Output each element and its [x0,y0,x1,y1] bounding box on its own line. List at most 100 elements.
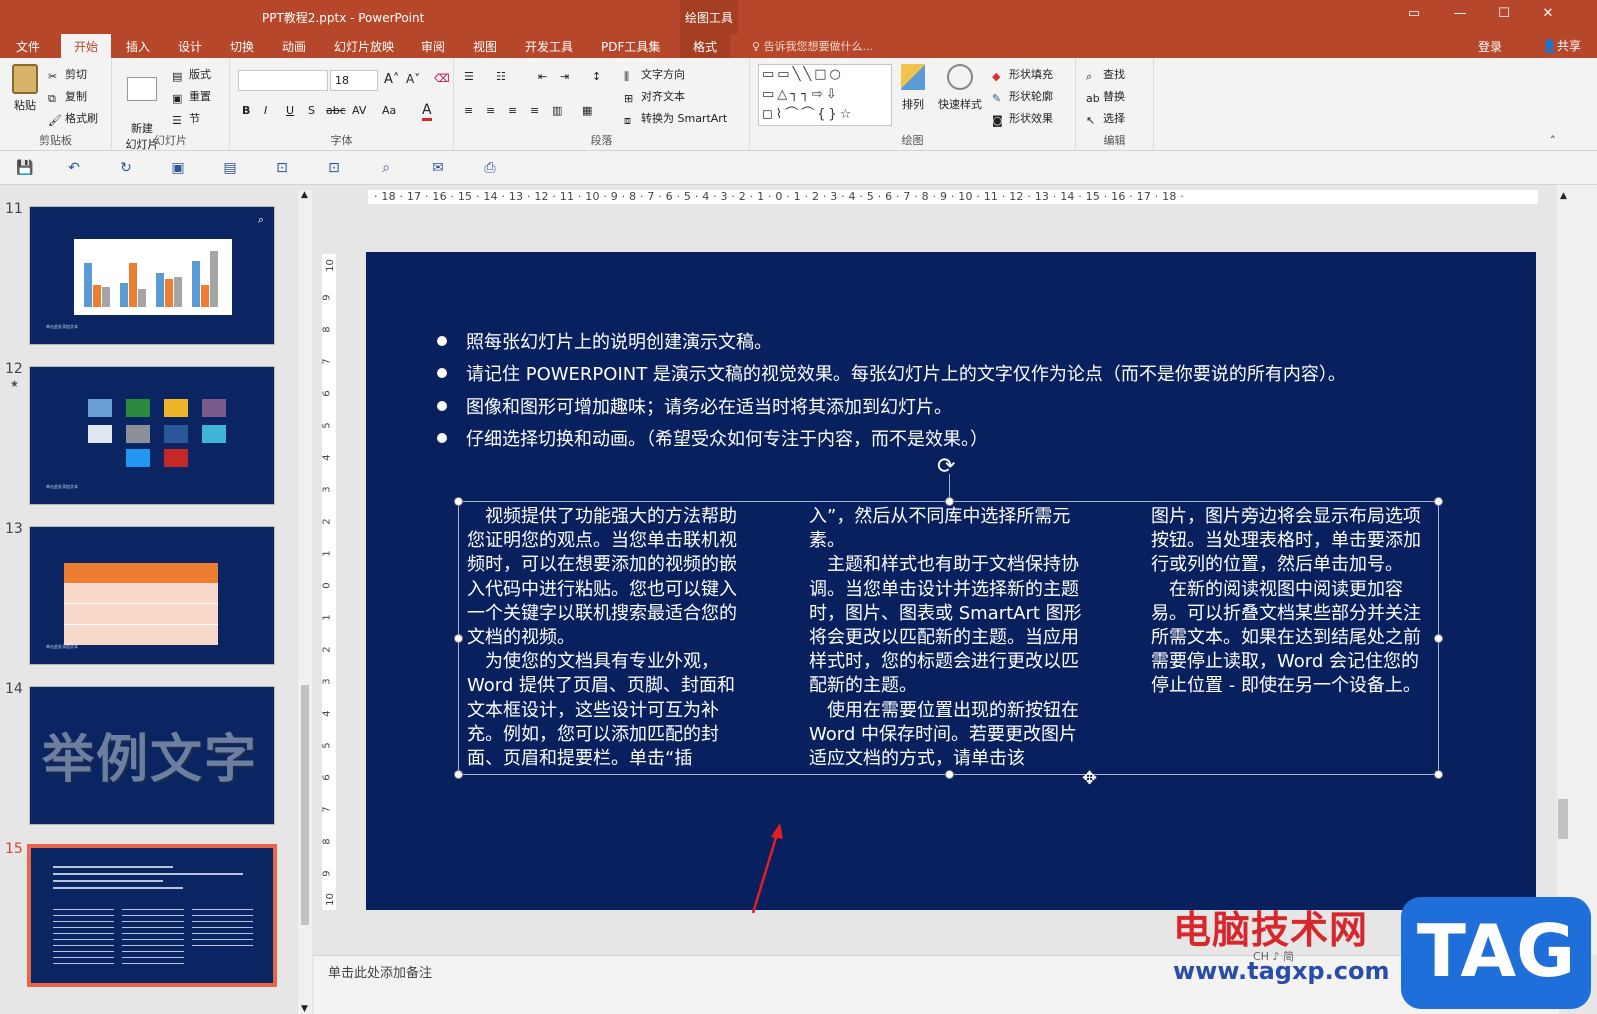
tell-me-search[interactable]: ♀ 告诉我您想要做什么... [752,38,873,54]
font-size-input[interactable]: 18 [330,70,378,91]
rotate-handle-icon[interactable]: ⟳ [937,454,955,479]
slide-thumbnail-14[interactable]: 举例文字 [29,686,275,825]
tab-file[interactable]: 文件 [16,38,40,55]
convert-smartart-button[interactable]: ⧈ 转换为 SmartArt [624,110,727,127]
slide-bullet[interactable]: 照每张幻灯片上的说明创建演示文稿。 [437,328,772,354]
section-button[interactable]: ☰ 节 [172,110,200,127]
tab-insert[interactable]: 插入 [126,38,150,55]
share-button[interactable]: 👤共享 [1542,37,1581,54]
resize-handle[interactable] [454,497,463,506]
ribbon-display-icon[interactable]: ▭ [1404,6,1424,21]
thumbnails-scrollbar[interactable]: ▲ ▼ [298,190,312,1014]
scroll-down-icon[interactable]: ▼ [301,1004,308,1014]
login-link[interactable]: 登录 [1478,38,1502,55]
slide-bullet[interactable]: 图像和图形可增加趣味；请务必在适当时将其添加到幻灯片。 [437,393,952,419]
tab-developer[interactable]: 开发工具 [525,38,573,55]
char-spacing-icon[interactable]: AV [352,104,366,117]
bullets-icon[interactable]: ☰ [464,70,474,83]
underline-icon[interactable]: U [286,104,294,117]
shape-effects-button[interactable]: ◙ 形状效果 [992,110,1053,127]
align-center-icon[interactable]: ≡ [486,104,495,117]
collapse-ribbon-icon[interactable]: ˄ [1550,134,1556,147]
align-left-icon[interactable]: ≡ [464,104,473,117]
present-icon[interactable]: ⊡ [274,160,290,176]
resize-handle[interactable] [1434,497,1443,506]
layout-qat-icon[interactable]: ▤ [222,160,238,176]
font-color-icon[interactable]: A [422,102,432,121]
minimize-button[interactable]: — [1450,6,1470,21]
shrink-font-icon[interactable]: A˅ [406,72,420,86]
grow-font-icon[interactable]: A˄ [384,72,399,87]
select-button[interactable]: ↖ 选择 [1086,110,1125,127]
cut-button[interactable]: ✂ 剪切 [48,66,87,83]
text-column-2[interactable]: 入”，然后从不同库中选择所需元素。 主题和样式也有助于文档保持协调。当您单击设计… [809,505,1091,771]
tab-transitions[interactable]: 切换 [230,38,254,55]
new-slide-qat-icon[interactable]: ▣ [170,160,186,176]
scroll-up-icon[interactable]: ▲ [301,190,308,200]
text-column-3[interactable]: 图片，图片旁边将会显示布局选项按钮。当处理表格时，单击要添加行或列的位置，然后单… [1151,505,1433,699]
email-icon[interactable]: ✉ [430,160,446,176]
replace-button[interactable]: ab 替换 [1086,88,1125,105]
shape-outline-button[interactable]: ✎ 形状轮廓 [992,88,1053,105]
text-column-1[interactable]: 视频提供了功能强大的方法帮助您证明您的观点。当您单击联机视频时，可以在想要添加的… [467,505,749,771]
scrollbar-thumb[interactable] [1558,799,1568,839]
layout-button[interactable]: ▤ 版式 [172,66,211,83]
notes-placeholder[interactable]: 单击此处添加备注 [328,962,432,981]
selected-text-box[interactable]: 视频提供了功能强大的方法帮助您证明您的观点。当您单击联机视频时，可以在想要添加的… [454,474,1443,779]
italic-icon[interactable]: I [264,104,267,117]
resize-handle[interactable] [945,497,954,506]
editor-scrollbar[interactable]: ▲ [1557,185,1597,955]
align-right-icon[interactable]: ≡ [508,104,517,117]
undo-icon[interactable]: ↶ [66,160,82,176]
numbering-icon[interactable]: ☷ [496,70,506,83]
justify-icon[interactable]: ≡ [530,104,539,117]
shapes-gallery[interactable]: ▭▭╲╲□○ ▭△┐┐⇨⇩ ◻⌇⌒⌒{}☆ [758,64,892,126]
maximize-button[interactable]: ☐ [1494,6,1514,21]
bold-icon[interactable]: B [242,104,250,117]
decrease-indent-icon[interactable]: ⇤ [538,70,547,83]
resize-handle[interactable] [454,770,463,779]
slide-thumbnail-11[interactable]: ⌕ 单击此处添加文本 [29,206,275,345]
resize-handle[interactable] [945,770,954,779]
tab-slideshow[interactable]: 幻灯片放映 [334,38,394,55]
pdf-icon[interactable]: ⎙ [482,160,498,176]
close-button[interactable]: ✕ [1538,6,1558,21]
reset-button[interactable]: ▣ 重置 [172,88,211,105]
save-icon[interactable]: 💾 [16,160,33,176]
distributed-icon[interactable]: ▥ [552,104,562,117]
tab-format[interactable]: 格式 [680,34,731,58]
resize-handle[interactable] [1434,770,1443,779]
current-slide[interactable]: 照每张幻灯片上的说明创建演示文稿。 请记住 POWERPOINT 是演示文稿的视… [366,252,1536,910]
slide-thumbnail-12[interactable]: 单击此处添加文本 [29,366,275,505]
quick-styles-button[interactable]: 快速样式 [934,64,986,112]
strikethrough-icon[interactable]: abc [326,104,346,117]
line-spacing-icon[interactable]: ↕ [592,70,601,83]
scroll-up-icon[interactable]: ▲ [1560,191,1567,201]
scrollbar-thumb[interactable] [301,685,309,925]
present-current-icon[interactable]: ⊡ [326,160,342,176]
tab-home[interactable]: 开始 [61,34,112,58]
align-text-button[interactable]: ⊞ 对齐文本 [624,88,685,105]
resize-handle[interactable] [454,634,463,643]
change-case-icon[interactable]: Aa [382,104,396,117]
print-preview-icon[interactable]: ⌕ [378,160,394,176]
columns-icon[interactable]: ▦ [582,104,592,117]
shadow-icon[interactable]: S [308,104,315,117]
shape-fill-button[interactable]: ◆ 形状填充 [992,66,1053,83]
redo-icon[interactable]: ↻ [118,160,134,176]
increase-indent-icon[interactable]: ⇥ [560,70,569,83]
format-painter-button[interactable]: 🖌 格式刷 [48,110,98,127]
resize-handle[interactable] [1434,634,1443,643]
find-button[interactable]: ⌕ 查找 [1086,66,1125,83]
tab-review[interactable]: 审阅 [421,38,445,55]
copy-button[interactable]: ⧉ 复制 [48,88,87,105]
slide-bullet[interactable]: 请记住 POWERPOINT 是演示文稿的视觉效果。每张幻灯片上的文字仅作为论点… [437,360,1346,386]
slide-thumbnail-13[interactable]: 单击此处添加文本 [29,526,275,665]
arrange-button[interactable]: 排列 [898,64,928,112]
text-direction-button[interactable]: ⫼ 文字方向 [624,66,685,83]
tab-design[interactable]: 设计 [178,38,202,55]
tab-pdf-tools[interactable]: PDF工具集 [601,38,660,55]
tab-animations[interactable]: 动画 [282,38,306,55]
font-name-input[interactable] [238,70,328,91]
paste-button[interactable]: 粘贴 [8,64,42,113]
